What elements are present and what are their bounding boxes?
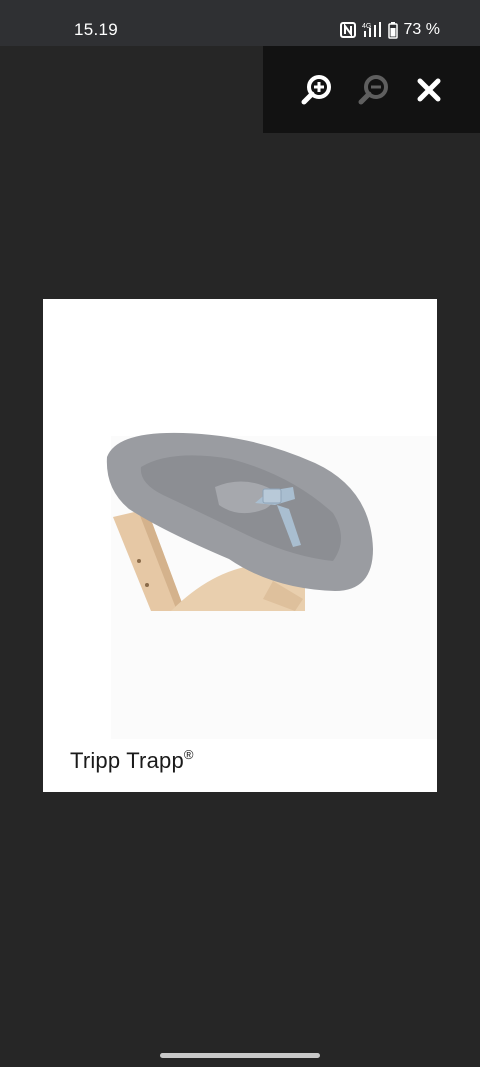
caption-text: Tripp Trapp bbox=[70, 748, 184, 773]
battery-icon bbox=[387, 21, 398, 39]
home-gesture-handle[interactable] bbox=[160, 1053, 320, 1058]
status-icons: 4G 73 % bbox=[339, 21, 440, 39]
zoom-out-button[interactable] bbox=[356, 72, 392, 108]
close-icon bbox=[417, 78, 441, 102]
battery-percent: 73 % bbox=[403, 21, 440, 38]
status-bar: 15.19 4G 73 % bbox=[0, 0, 480, 46]
zoom-in-icon bbox=[301, 75, 331, 105]
zoom-out-icon bbox=[358, 75, 388, 105]
product-image[interactable]: Tripp Trapp® bbox=[43, 299, 437, 792]
nfc-icon bbox=[339, 22, 356, 38]
image-viewer-toolbar bbox=[263, 46, 480, 133]
status-time: 15.19 bbox=[74, 20, 119, 39]
product-caption: Tripp Trapp® bbox=[70, 747, 194, 774]
newborn-seat-image bbox=[106, 432, 437, 739]
zoom-in-button[interactable] bbox=[299, 72, 335, 108]
registered-mark: ® bbox=[183, 747, 194, 762]
close-button[interactable] bbox=[411, 72, 447, 108]
signal-icon: 4G bbox=[362, 22, 382, 38]
